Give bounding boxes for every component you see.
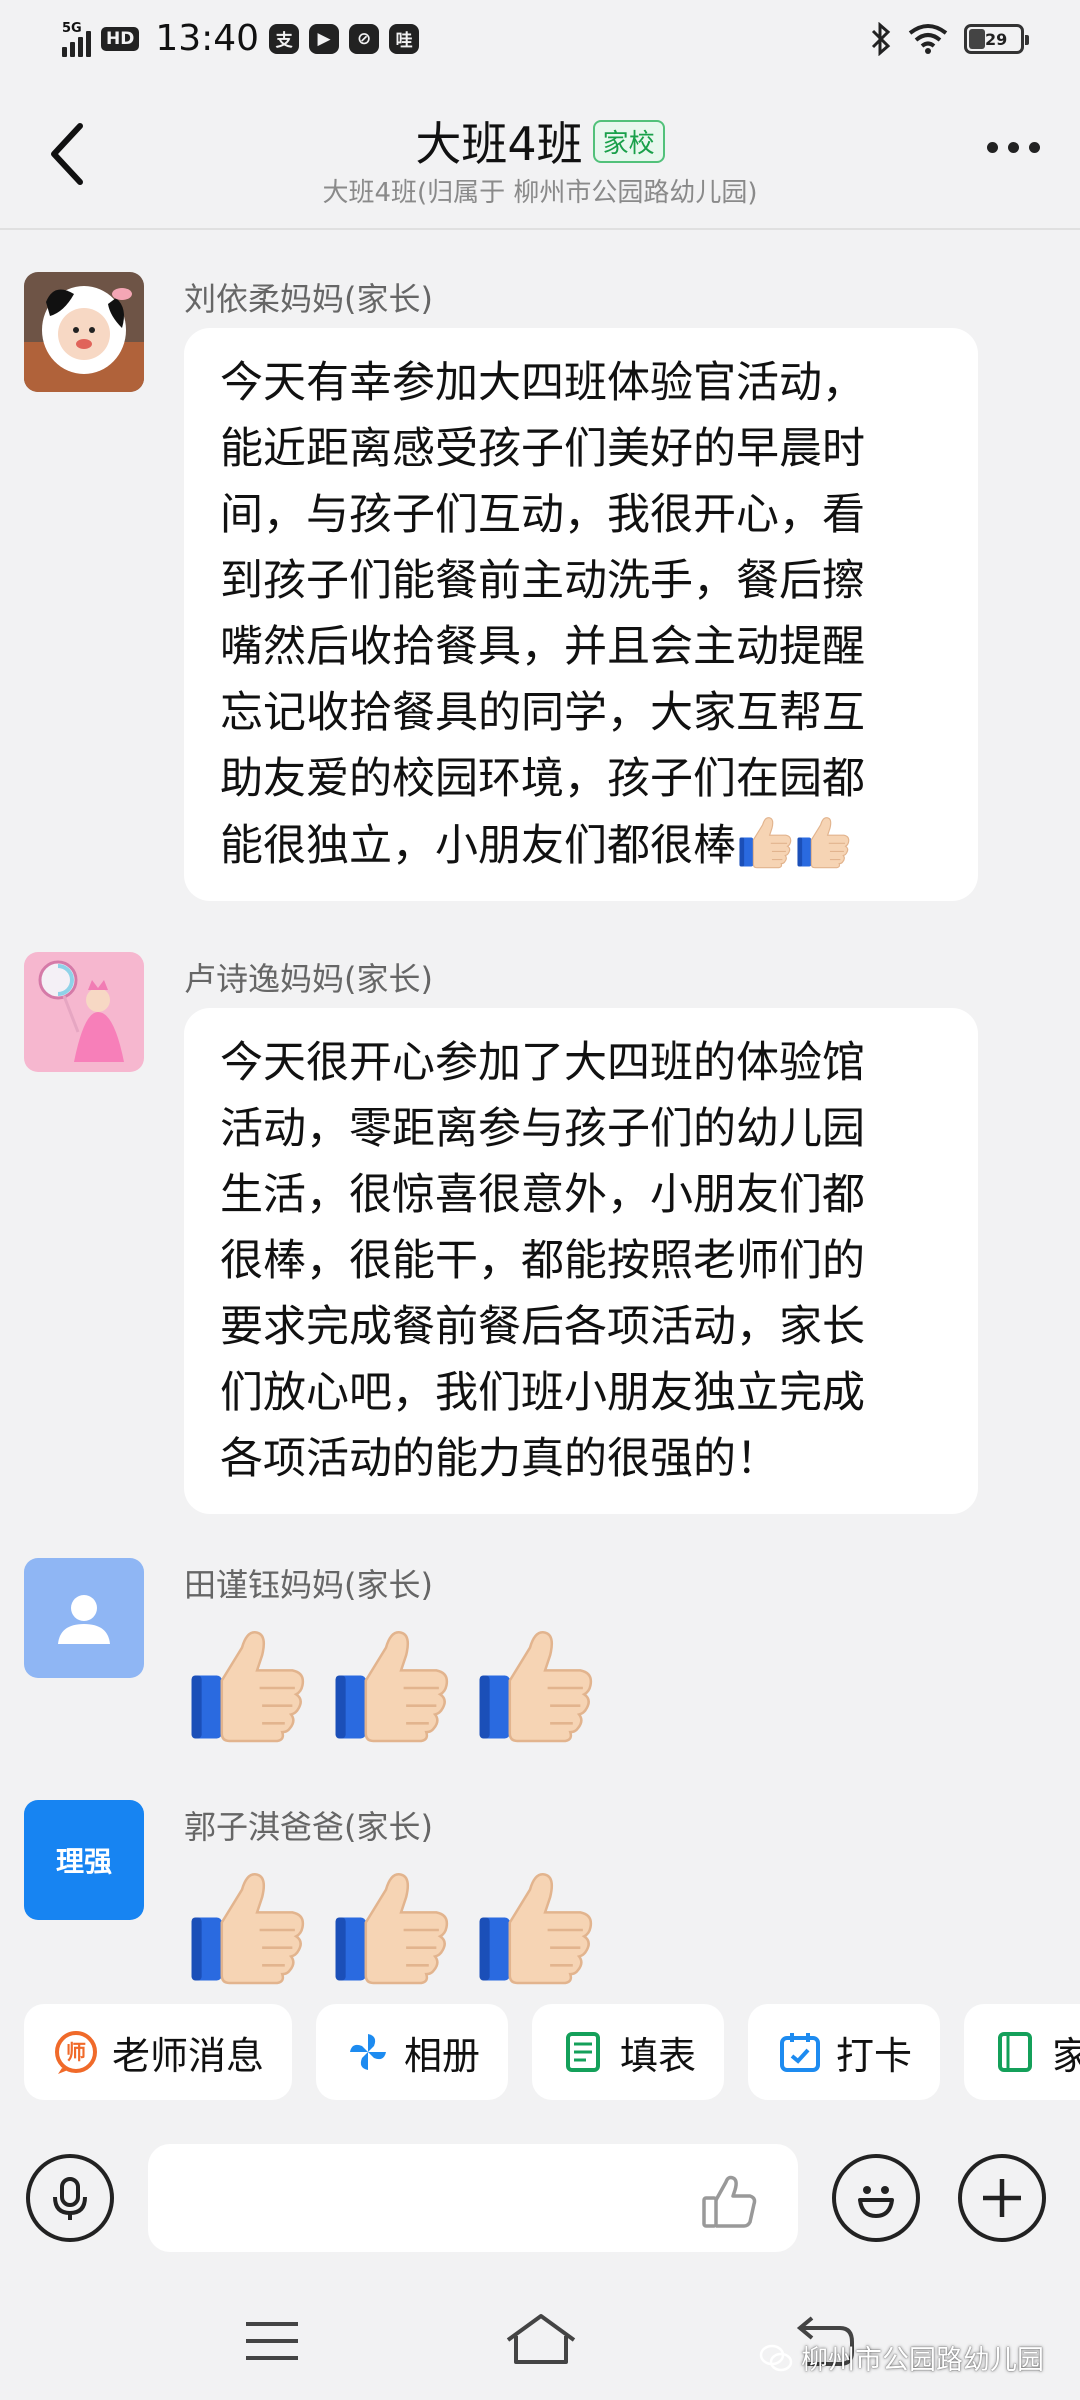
app-icon: ⊘ [349, 23, 380, 54]
menu-icon[interactable] [244, 2318, 300, 2364]
message-bubble[interactable]: 今天很开心参加了大四班的体验馆 活动，零距离参与孩子们的幼儿园 生活，很惊喜很意… [184, 1008, 978, 1514]
status-bar: 5G HD 13:40 支 ▶ ⊘ 哇 29 [0, 0, 1080, 82]
system-nav-bar: 柳州市公园路幼儿园 [0, 2290, 1080, 2400]
teacher-icon: 师 [55, 2031, 97, 2074]
thumbs-up-icon [472, 1862, 598, 1988]
voice-button[interactable] [26, 2154, 114, 2242]
wechat-icon [759, 2344, 793, 2371]
thumbs-up-icon [328, 1862, 454, 1988]
message-line: 忘记收拾餐具的同学，大家互帮互 [220, 688, 865, 738]
avatar[interactable]: 理强 [24, 1800, 144, 1920]
thumbs-up-icon [794, 812, 852, 870]
message-line: 助友爱的校园环境，孩子们在园都 [220, 754, 865, 804]
message-line: 各项活动的能力真的很强的！ [220, 1434, 779, 1484]
pinwheel-icon [350, 2034, 387, 2070]
message-line: 嘴然后收拾餐具，并且会主动提醒 [220, 622, 865, 672]
chat-subtitle: 大班4班(归属于 柳州市公园路幼儿园) [322, 178, 758, 208]
notebook-icon [998, 2032, 1033, 2072]
quick-actions-bar: 师 老师消息 相册 填表 打卡 家 [24, 2004, 1080, 2104]
thumbs-up-icon [736, 812, 794, 870]
sender-name: 田谨钰妈妈(家长) [184, 1566, 433, 1604]
home-icon[interactable] [504, 2312, 578, 2366]
battery-icon: 29 [964, 24, 1029, 54]
wa-app-icon: 哇 [389, 23, 420, 54]
form-icon [566, 2032, 601, 2072]
input-bar [0, 2124, 1080, 2274]
message-line: 要求完成餐前餐后各项活动，家长 [220, 1302, 865, 1352]
watermark: 柳州市公园路幼儿园 [759, 2338, 1044, 2377]
avatar[interactable] [24, 952, 144, 1072]
message-line: 很棒，很能干，都能按照老师们的 [220, 1236, 865, 1286]
avatar[interactable] [24, 272, 144, 392]
emoji-button[interactable] [832, 2154, 920, 2242]
chat-title: 大班4班 [415, 117, 583, 171]
thumbs-up-icon [472, 1620, 598, 1746]
checkin-icon [780, 2033, 821, 2072]
add-button[interactable] [958, 2154, 1046, 2242]
emoji-message[interactable] [184, 1620, 598, 1746]
album-button[interactable]: 相册 [316, 2004, 509, 2100]
thumbs-up-icon [184, 1620, 310, 1746]
sender-name: 刘依柔妈妈(家长) [184, 280, 433, 318]
signal-icon: 5G [62, 21, 91, 57]
sender-name: 郭子淇爸爸(家长) [184, 1808, 433, 1846]
message-line: 到孩子们能餐前主动洗手，餐后擦 [220, 556, 865, 606]
emoji-message[interactable] [184, 1862, 598, 1988]
video-app-icon: ▶ [309, 23, 340, 54]
thumbs-up-icon [328, 1620, 454, 1746]
thumbs-up-icon [184, 1862, 310, 1988]
home-school-tag: 家校 [592, 119, 665, 163]
message-line: 间，与孩子们互动，我很开心，看 [220, 490, 865, 540]
person-icon [58, 1595, 110, 1644]
message-bubble[interactable]: 今天有幸参加大四班体验官活动， 能近距离感受孩子们美好的早晨时 间，与孩子们互动… [184, 328, 978, 901]
message-line: 能近距离感受孩子们美好的早晨时 [220, 424, 865, 474]
message-line: 活动，零距离参与孩子们的幼儿园 [220, 1104, 865, 1154]
fill-form-button[interactable]: 填表 [532, 2004, 725, 2100]
smiley-icon [858, 2186, 894, 2218]
microphone-icon [53, 2177, 87, 2220]
bluetooth-icon [871, 22, 891, 56]
svg-text:师: 师 [66, 2040, 86, 2064]
message-line: 今天有幸参加大四班体验官活动， [220, 358, 865, 408]
check-in-button[interactable]: 打卡 [748, 2004, 941, 2100]
sender-name: 卢诗逸妈妈(家长) [184, 960, 433, 998]
message-line: 今天很开心参加了大四班的体验馆 [220, 1038, 865, 1088]
message-line: 们放心吧，我们班小朋友独立完成 [220, 1368, 865, 1418]
status-time: 13:40 [155, 18, 260, 59]
plus-icon [983, 2179, 1021, 2217]
message-line-last: 能很独立，小朋友们都很棒 [220, 812, 942, 879]
like-outline-icon[interactable] [700, 2172, 760, 2232]
wifi-icon [908, 24, 948, 54]
teacher-message-button[interactable]: 师 老师消息 [24, 2004, 293, 2100]
default-avatar[interactable] [24, 1558, 144, 1678]
message-line: 能很独立，小朋友们都很棒 [220, 821, 736, 871]
more-options-button[interactable] [987, 142, 1040, 153]
message-line: 生活，很惊喜很意外，小朋友们都 [220, 1170, 865, 1220]
alipay-icon: 支 [269, 23, 300, 54]
chat-header: 大班4班 家校 大班4班(归属于 柳州市公园路幼儿园) [0, 82, 1080, 230]
hd-badge: HD [101, 26, 140, 51]
home-contact-button[interactable]: 家 [964, 2004, 1080, 2100]
